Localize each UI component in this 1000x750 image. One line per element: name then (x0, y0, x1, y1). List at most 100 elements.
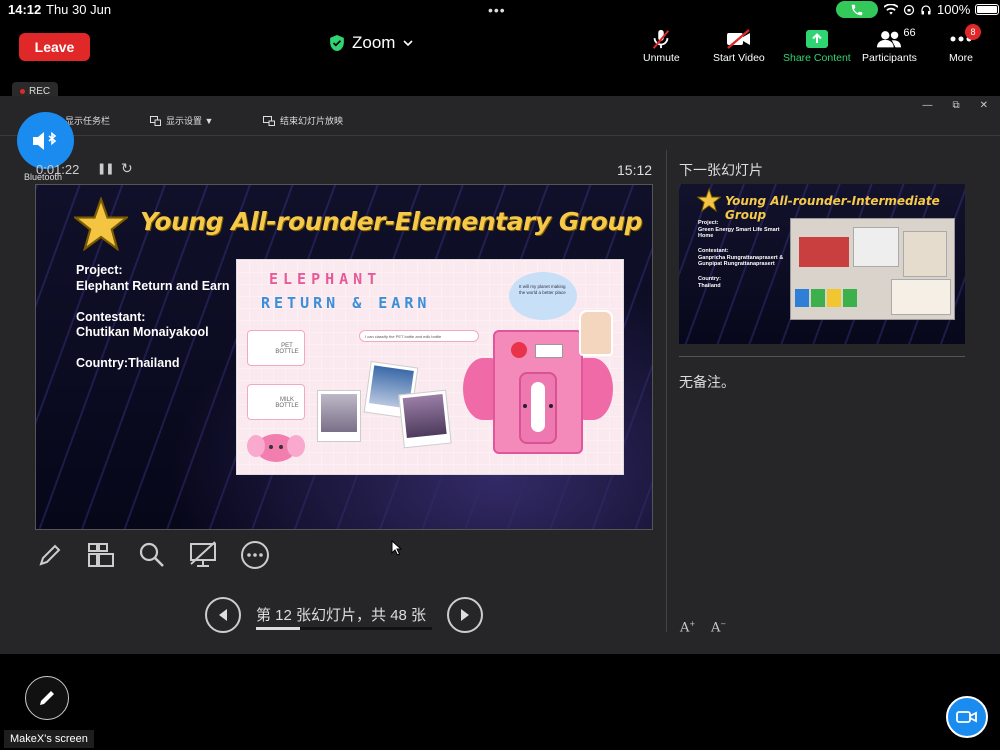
next-slide-photo (790, 218, 955, 320)
presenter-menubar: 显示任务栏 显示设置 ▼ 结束幻灯片放映 — ⧉ ✕ (0, 96, 1000, 136)
shield-check-icon (330, 35, 344, 51)
notes-divider (679, 356, 965, 357)
poster-milk-card: MILK BOTTLE (247, 384, 305, 420)
multitasking-dots-icon[interactable]: ••• (488, 2, 506, 18)
increase-font-icon[interactable]: A+ (680, 620, 695, 635)
restore-icon[interactable]: ⧉ (952, 100, 959, 111)
share-content-button[interactable]: Share Content (783, 26, 851, 64)
project-poster-image: ELEPHANT RETURN & EARN It will my planet… (236, 259, 624, 475)
more-options-icon[interactable] (238, 540, 272, 570)
app-title: Zoom (352, 33, 396, 52)
slide-contestant: Chutikan Monaiyakool (76, 325, 209, 339)
triangle-left-icon (219, 609, 227, 621)
phone-icon (851, 4, 863, 15)
more-button[interactable]: 8 More (947, 24, 981, 64)
next-slide-label: 下一张幻灯片 (679, 162, 763, 178)
display-settings-menu[interactable]: 显示设置 ▼ (150, 114, 213, 127)
meeting-title[interactable]: Zoom (330, 33, 414, 53)
wifi-icon (884, 3, 898, 15)
black-screen-icon[interactable] (186, 540, 220, 570)
pencil-icon (40, 691, 54, 705)
slide-project: Elephant Return and Earn (76, 279, 230, 293)
mouse-cursor-icon (391, 540, 403, 556)
leave-button[interactable]: Leave (19, 33, 90, 61)
slide-country: Country:Thailand (76, 356, 180, 370)
minimize-icon[interactable]: — (922, 100, 932, 111)
elephant-mascot-icon (247, 434, 305, 462)
slide-progress-fill (256, 627, 300, 630)
pen-tool-icon[interactable] (33, 540, 67, 570)
bluetooth-speaker-icon (32, 131, 56, 150)
speaker-notes: 无备注。 (679, 374, 735, 390)
close-icon[interactable]: ✕ (980, 100, 988, 111)
display-settings-label: 显示设置 ▼ (166, 116, 214, 126)
slide-progress-bar (256, 627, 432, 630)
share-content-label: Share Content (783, 52, 851, 64)
display-settings-icon (150, 115, 161, 126)
active-call-indicator[interactable] (836, 1, 878, 18)
participants-button[interactable]: 66 Participants (862, 26, 917, 64)
poster-pet-card: PET BOTTLE (247, 330, 305, 366)
end-slideshow-menu[interactable]: 结束幻灯片放映 (263, 114, 343, 127)
window-controls: — ⧉ ✕ (922, 100, 988, 111)
restart-timer-icon[interactable]: ↻ (121, 160, 133, 177)
slide-title: Young All-rounder-Elementary Group (140, 207, 643, 236)
decrease-font-icon[interactable]: A− (711, 620, 726, 635)
participants-label: Participants (862, 52, 917, 64)
next-slide-project: Project: Green Energy Smart Life Smart H… (698, 220, 780, 239)
end-slideshow-icon (263, 115, 275, 126)
next-star-logo-icon (697, 188, 721, 212)
previous-slide-button[interactable] (205, 597, 241, 633)
more-label: More (949, 52, 973, 64)
pause-timer-icon[interactable]: ❚❚ (97, 162, 114, 175)
poster-speech-bubble: It will my planet making the world a bet… (509, 272, 577, 320)
video-off-icon (725, 26, 753, 52)
triangle-right-icon (461, 609, 469, 621)
see-all-slides-icon[interactable] (84, 540, 118, 570)
poster-title-line2: RETURN & EARN (261, 294, 431, 312)
share-screen-icon (805, 26, 828, 52)
panel-divider (666, 150, 667, 632)
rec-label: REC (29, 85, 51, 97)
switch-view-button[interactable] (946, 696, 988, 738)
status-date: Thu 30 Jun (46, 2, 112, 17)
poster-photo-1 (317, 390, 361, 442)
recording-dot-icon (20, 88, 25, 94)
orientation-lock-icon (903, 4, 915, 15)
status-bar: 14:12 Thu 30 Jun ••• 100% (0, 0, 1000, 20)
more-badge: 8 (965, 24, 981, 40)
poster-title-line1: ELEPHANT (269, 270, 382, 288)
start-video-button[interactable]: Start Video (713, 26, 765, 64)
unmute-label: Unmute (643, 52, 680, 64)
slide-counter: 第 12 张幻灯片，共 48 张 (256, 607, 427, 624)
zoom-slide-icon[interactable] (135, 540, 169, 570)
muted-microphone-icon (650, 26, 672, 52)
star-logo-icon (74, 197, 128, 251)
battery-percentage: 100% (937, 2, 971, 17)
next-slide-button[interactable] (447, 597, 483, 633)
participants-icon: 66 (876, 26, 916, 52)
battery-icon (975, 4, 1000, 15)
participants-count: 66 (903, 27, 916, 39)
start-video-label: Start Video (713, 52, 765, 64)
slideshow-timer: 0:01:22 (36, 162, 80, 177)
poster-photo-3 (398, 389, 452, 449)
chevron-down-icon (403, 40, 414, 47)
meeting-toolbar: Leave Zoom Unmute Start Video Share Cont… (0, 20, 1000, 72)
headphones-icon (921, 4, 931, 14)
slide-contestant-label: Contestant: (76, 310, 146, 324)
bluetooth-audio-button[interactable] (17, 112, 74, 169)
current-slide: Young All-rounder-Elementary Group Proje… (35, 184, 653, 530)
presenter-clock: 15:12 (617, 162, 653, 178)
unmute-button[interactable]: Unmute (643, 26, 680, 64)
status-time: 14:12 (8, 2, 42, 17)
end-slideshow-label: 结束幻灯片放映 (280, 116, 344, 126)
show-taskbar-label: 显示任务栏 (65, 116, 111, 126)
next-slide-contestant: Contestant: Ganpricha Rungrattanaprasert… (698, 248, 784, 267)
next-slide-country: Country: Thailand (698, 276, 721, 289)
annotate-button[interactable] (25, 676, 69, 720)
poster-child-photo (579, 310, 613, 356)
poster-caption: I can classify the PET bottle and milk b… (359, 330, 479, 342)
next-slide-preview[interactable]: Young All-rounder-Intermediate Group Pro… (679, 184, 965, 344)
slide-project-label: Project: (76, 263, 123, 277)
